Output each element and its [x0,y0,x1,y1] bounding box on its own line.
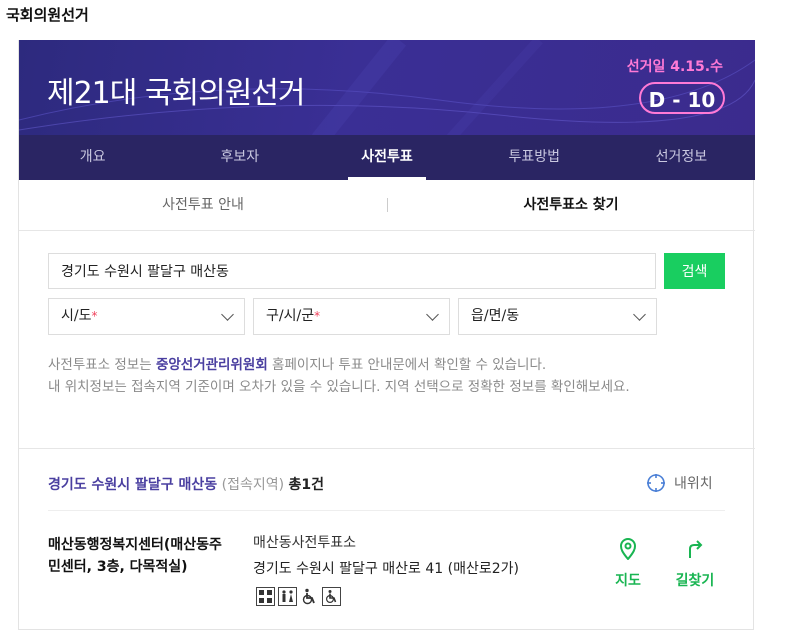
required-mark: * [314,309,321,323]
info-line1-prefix: 사전투표소 정보는 [48,357,156,373]
dday-badge: D - 10 [639,82,725,114]
select-province[interactable]: 시/도* [48,298,245,335]
result-location-note: (접속지역) [221,477,285,493]
parking-icon [256,587,275,606]
row-divider [48,510,725,511]
page-title: 국회의원선거 [6,6,89,24]
election-date: 선거일 4.15.수 [626,59,723,75]
restroom-icon [278,587,297,606]
nav-item-candidates[interactable]: 후보자 [166,135,313,180]
section-divider [19,448,755,449]
tab-early-voting-guide[interactable]: 사전투표 안내 [19,180,387,230]
route-button[interactable]: 길찾기 [670,538,720,590]
nec-link[interactable]: 중앙선거관리위원회 [156,357,268,373]
polling-station-title: 매산동사전투표소 [253,535,357,551]
wheelchair-icon [300,587,319,606]
map-button[interactable]: 지도 [603,538,653,590]
nav-item-election-info[interactable]: 선거정보 [608,135,755,180]
map-pin-icon [619,538,637,561]
search-button[interactable]: 검색 [664,253,725,289]
my-location-button[interactable]: 내위치 [646,473,713,493]
route-arrow-icon [689,540,703,558]
result-header: 경기도 수원시 팔달구 매산동 (접속지역) 총1건 [48,474,324,494]
banner-title: 제21대 국회의원선거 [47,76,306,111]
select-town-label: 읍/면/동 [471,308,520,324]
select-province-label: 시/도 [61,308,92,324]
polling-place-name: 매산동행정복지센터(매산동주민센터, 3층, 다목적실) [48,537,222,575]
chevron-down-icon [221,308,234,321]
subtab-divider [387,198,388,212]
main-nav: 개요 후보자 사전투표 투표방법 선거정보 [19,135,755,180]
chevron-down-icon [426,308,439,321]
select-town[interactable]: 읍/면/동 [458,298,657,335]
route-label: 길찾기 [675,573,715,589]
subtabs: 사전투표 안내 사전투표소 찾기 [19,180,755,231]
result-location: 경기도 수원시 팔달구 매산동 [48,477,218,493]
select-district-label: 구/시/군 [266,308,315,324]
polling-station-address: 경기도 수원시 팔달구 매산로 41 (매산로2가) [253,561,519,577]
info-line1-suffix: 홈페이지나 투표 안내문에서 확인할 수 있습니다. [267,357,547,373]
search-input[interactable] [48,253,656,289]
chevron-down-icon [633,308,646,321]
info-line2: 내 위치정보는 접속지역 기준이며 오차가 있을 수 있습니다. 지역 선택으로… [48,379,630,395]
facility-icons [256,587,341,606]
accessible-icon [322,587,341,606]
nav-item-overview[interactable]: 개요 [19,135,166,180]
crosshair-icon [647,474,665,492]
map-label: 지도 [615,573,641,589]
info-text: 사전투표소 정보는 중앙선거관리위원회 홈페이지나 투표 안내문에서 확인할 수… [48,354,648,398]
nav-item-early-voting[interactable]: 사전투표 [313,135,460,180]
tab-find-polling-station[interactable]: 사전투표소 찾기 [387,180,755,230]
select-district[interactable]: 구/시/군* [253,298,450,335]
my-location-label: 내위치 [674,476,713,492]
nav-item-voting-method[interactable]: 투표방법 [461,135,608,180]
result-count: 총1건 [288,477,325,493]
election-card: 제21대 국회의원선거 선거일 4.15.수 D - 10 개요 후보자 사전투… [18,40,755,630]
required-mark: * [91,309,98,323]
election-banner: 제21대 국회의원선거 선거일 4.15.수 D - 10 개요 후보자 사전투… [19,40,755,180]
